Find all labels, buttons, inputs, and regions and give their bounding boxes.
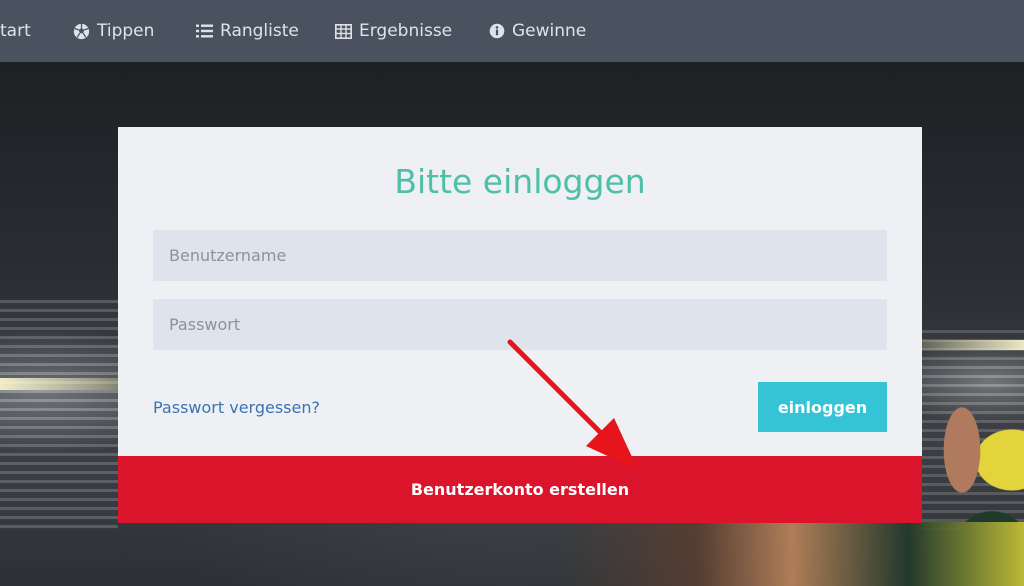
nav-item-label: Rangliste [220, 21, 299, 41]
login-card: Bitte einloggen Passwort vergessen? einl… [118, 127, 922, 523]
info-circle-icon [489, 23, 505, 39]
list-ordered-icon [196, 23, 213, 39]
nav-item-gewinne[interactable]: Gewinne [489, 0, 586, 62]
stadium-light-left [0, 378, 118, 390]
nav-item-label: Gewinne [512, 21, 587, 41]
stadium-stands-left [0, 300, 118, 530]
table-icon [335, 23, 352, 39]
player-image-bottom [560, 522, 1024, 586]
nav-item-start[interactable]: tart [0, 0, 31, 62]
nav-item-label: tart [0, 21, 31, 41]
forgot-password-link[interactable]: Passwort vergessen? [153, 398, 320, 417]
nav-item-label: Ergebnisse [359, 21, 453, 41]
nav-item-label: Tippen [97, 21, 155, 41]
password-input[interactable] [153, 299, 887, 350]
nav-item-tippen[interactable]: Tippen [73, 0, 154, 62]
soccer-ball-icon [73, 23, 90, 40]
nav-item-ergebnisse[interactable]: Ergebnisse [335, 0, 452, 62]
login-button[interactable]: einloggen [758, 382, 887, 432]
username-input[interactable] [153, 230, 887, 281]
create-account-button[interactable]: Benutzerkonto erstellen [118, 456, 922, 523]
stadium-light-right [922, 340, 1024, 350]
top-navbar: tart Tippen Rangliste Ergebnisse Gewinne [0, 0, 1024, 62]
login-title: Bitte einloggen [394, 162, 646, 201]
nav-item-rangliste[interactable]: Rangliste [196, 0, 299, 62]
